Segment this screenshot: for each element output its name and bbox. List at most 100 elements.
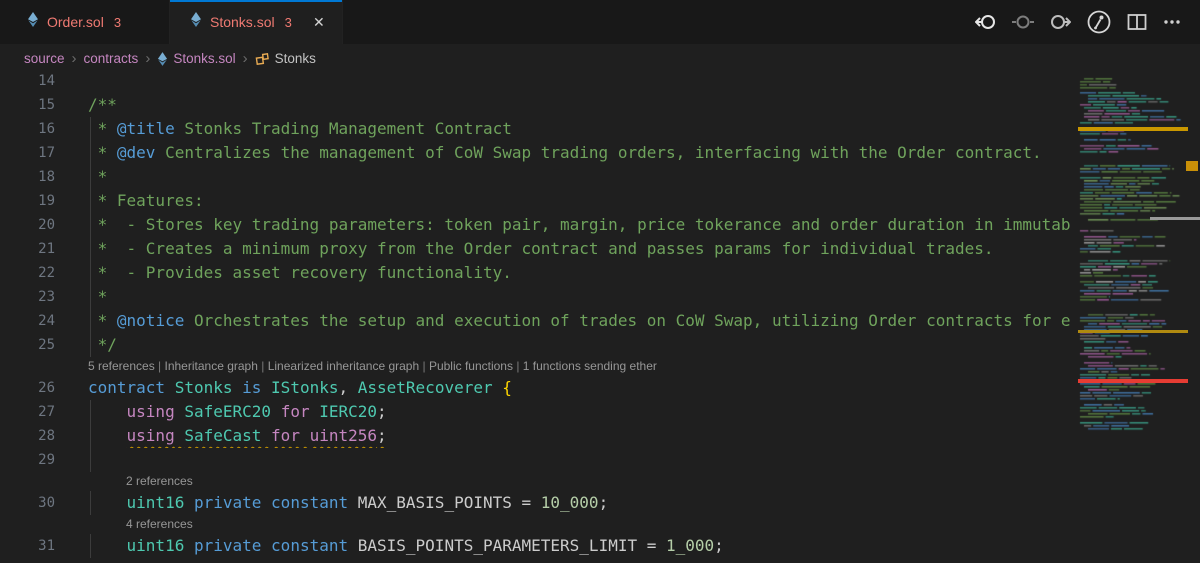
code-token: ; [377, 426, 387, 445]
line-number[interactable]: 31 [0, 534, 55, 558]
minimap-canvas [1078, 76, 1188, 516]
code-token: private [193, 493, 262, 512]
code-token: * - Stores key trading parameters: token… [88, 215, 1071, 234]
code-line[interactable]: uint16 private constant MAX_BASIS_POINTS… [55, 491, 1078, 515]
close-tab-icon[interactable]: ✕ [310, 13, 328, 31]
code-token: * - Provides asset recovery functionalit… [88, 263, 512, 282]
codelens-link[interactable]: Inheritance graph [165, 359, 258, 373]
code-token: uint256 [309, 426, 378, 445]
line-number[interactable]: 18 [0, 165, 55, 189]
codelens-link[interactable]: 1 functions sending ether [523, 359, 657, 373]
line-number[interactable]: 30 [0, 491, 55, 515]
code-line[interactable]: * @notice Orchestrates the setup and exe… [55, 309, 1078, 333]
nav-position-icon[interactable] [1012, 13, 1034, 31]
indent-guide [90, 400, 91, 424]
code-line[interactable]: using SafeERC20 for IERC20; [55, 400, 1078, 424]
code-line[interactable]: * - Provides asset recovery functionalit… [55, 261, 1078, 285]
codelens-link[interactable]: Public functions [429, 359, 513, 373]
indent-guide [90, 309, 91, 333]
code-line[interactable]: * @title Stonks Trading Management Contr… [55, 117, 1078, 141]
codelens-link[interactable]: 2 references [126, 474, 193, 488]
tab-order-sol[interactable]: Order.sol 3 [0, 0, 170, 44]
editor-actions [975, 0, 1200, 44]
code-line[interactable]: * @dev Centralizes the management of CoW… [55, 141, 1078, 165]
line-number[interactable]: 14 [0, 73, 55, 93]
code-row: 23 * [0, 285, 1078, 309]
breadcrumb-item-stonks-sol[interactable]: Stonks.sol [157, 51, 236, 66]
git-graph-icon[interactable] [1086, 9, 1112, 35]
line-number[interactable]: 21 [0, 237, 55, 261]
code-editor[interactable]: 14 15 /** 16 * @title Stonks Trading Manage… [0, 73, 1200, 563]
code-line[interactable]: /** [55, 93, 1078, 117]
overview-ruler-scrollbar[interactable] [1188, 73, 1200, 563]
code-line[interactable]: * - Stores key trading parameters: token… [55, 213, 1078, 237]
code-token: { [502, 378, 512, 397]
nav-forward-icon[interactable] [1049, 13, 1071, 31]
line-number[interactable]: 26 [0, 376, 55, 400]
minimap[interactable] [1078, 73, 1188, 563]
code-token: using [126, 402, 175, 421]
code-line[interactable]: * [55, 285, 1078, 309]
line-number[interactable]: 25 [0, 333, 55, 357]
ethereum-file-icon [27, 12, 39, 32]
breadcrumb-separator-icon: › [71, 50, 77, 67]
breadcrumb-label: source [24, 51, 65, 66]
breadcrumb-item-source[interactable]: source [24, 51, 65, 66]
line-number[interactable]: 27 [0, 400, 55, 424]
breadcrumb-item-stonks[interactable]: Stonks [255, 51, 316, 66]
code-line[interactable]: */ [55, 333, 1078, 357]
code-line[interactable]: contract Stonks is IStonks, AssetRecover… [55, 376, 1078, 400]
code-line[interactable] [55, 448, 1078, 472]
code-token: Centralizes the management of CoW Swap t… [155, 143, 1042, 162]
code-token: IStonks [271, 378, 339, 397]
line-number[interactable]: 22 [0, 261, 55, 285]
code-rows: 14 15 /** 16 * @title Stonks Trading Manage… [0, 73, 1078, 558]
tab-stonks-sol[interactable]: Stonks.sol 3 ✕ [170, 0, 343, 44]
more-actions-icon[interactable] [1162, 13, 1182, 31]
line-number[interactable]: 16 [0, 117, 55, 141]
code-line[interactable]: uint16 private constant BASIS_POINTS_PAR… [55, 534, 1078, 558]
code-line[interactable] [55, 73, 1078, 93]
line-number[interactable]: 15 [0, 93, 55, 117]
code-line[interactable]: * [55, 165, 1078, 189]
code-row: 15 /** [0, 93, 1078, 117]
code-line[interactable]: * - Creates a minimum proxy from the Ord… [55, 237, 1078, 261]
code-token: private [193, 536, 262, 555]
minimap-warning-line-marker [1078, 330, 1188, 333]
line-number[interactable]: 28 [0, 424, 55, 448]
code-line[interactable]: using SafeCast for uint256; [55, 424, 1078, 448]
code-row: 16 * @title Stonks Trading Management Co… [0, 117, 1078, 141]
minimap-error-line-marker [1078, 379, 1188, 383]
indent-guide [90, 189, 91, 213]
line-number[interactable]: 23 [0, 285, 55, 309]
tab-bar: Order.sol 3 Stonks.sol 3 ✕ [0, 0, 1200, 44]
codelens-link[interactable]: 4 references [126, 517, 193, 531]
nav-back-icon[interactable] [975, 13, 997, 31]
code-token: for [280, 402, 310, 421]
minimap-warning-line-marker [1078, 127, 1188, 131]
line-number[interactable]: 19 [0, 189, 55, 213]
code-row: 30 uint16 private constant MAX_BASIS_POI… [0, 491, 1078, 515]
breadcrumb-item-contracts[interactable]: contracts [84, 51, 139, 66]
code-token: * [88, 311, 117, 330]
tabbar-empty-space [343, 0, 975, 44]
codelens-separator: | [419, 359, 429, 373]
line-number[interactable]: 29 [0, 448, 55, 472]
line-number[interactable]: 17 [0, 141, 55, 165]
code-row: 26 contract Stonks is IStonks, AssetRecov… [0, 376, 1078, 400]
codelens-separator: | [154, 359, 165, 373]
indent-guide [90, 237, 91, 261]
codelens-link[interactable]: 5 references [88, 359, 155, 373]
split-editor-icon[interactable] [1127, 13, 1147, 31]
line-number[interactable]: 20 [0, 213, 55, 237]
code-token: Stonks Trading Management Contract [174, 119, 512, 138]
code-line[interactable]: * Features: [55, 189, 1078, 213]
codelens-link[interactable]: Linearized inheritance graph [268, 359, 419, 373]
line-number[interactable]: 24 [0, 309, 55, 333]
